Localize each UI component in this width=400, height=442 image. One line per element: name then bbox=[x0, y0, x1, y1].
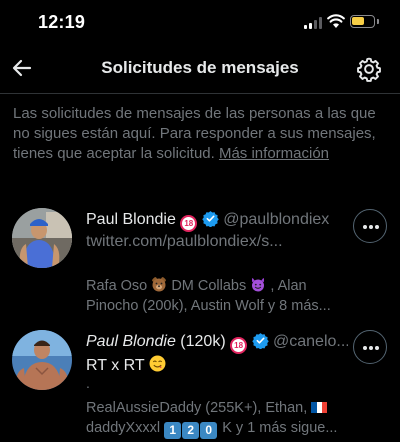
battery-icon bbox=[350, 15, 379, 28]
status-time: 12:19 bbox=[38, 12, 86, 32]
avatar[interactable] bbox=[12, 330, 72, 390]
adult-badge-icon: 18 bbox=[180, 215, 198, 232]
user-handle: @canelo... bbox=[273, 333, 348, 350]
request-header: Paul Blondie (120k) 18 @canelo... bbox=[86, 332, 348, 354]
header-divider bbox=[0, 93, 400, 94]
followed-by-name: Rafa Oso bbox=[86, 278, 148, 294]
followed-by-name: daddyXxxxl bbox=[86, 420, 161, 436]
followed-by-line: Rafa Oso DM Collabs , Alan bbox=[86, 276, 386, 296]
keycap-digit-icon: 0 bbox=[200, 422, 218, 439]
message-request-item[interactable]: Paul Blondie 18 @paulblondiex twitter.co… bbox=[0, 198, 400, 318]
arrow-left-icon[interactable] bbox=[10, 56, 34, 80]
message-preview-dot: . bbox=[86, 375, 90, 391]
message-request-item[interactable]: Paul Blondie (120k) 18 @canelo... RT x R… bbox=[0, 320, 400, 440]
followed-by-line: RealAussieDaddy (255K+), Ethan, bbox=[86, 398, 386, 418]
keycap-digit-icon: 1 bbox=[164, 422, 182, 439]
gear-icon[interactable] bbox=[356, 56, 382, 82]
header: Solicitudes de mensajes bbox=[0, 44, 400, 92]
bear-emoji-icon bbox=[152, 276, 167, 292]
more-info-link[interactable]: Más información bbox=[219, 145, 329, 162]
followed-by-line-2: daddyXxxxl 120 K y 1 más sigue... bbox=[86, 418, 386, 439]
savoring-face-emoji-icon bbox=[149, 355, 166, 372]
verified-badge-icon bbox=[202, 211, 219, 227]
wifi-icon bbox=[327, 14, 345, 28]
cellular-signal-icon bbox=[304, 17, 324, 29]
smiling-devil-emoji-icon bbox=[252, 277, 265, 292]
message-preview: RT x RT bbox=[86, 355, 348, 377]
followed-by-name: DM Collabs bbox=[171, 278, 247, 294]
more-options-button[interactable] bbox=[353, 330, 387, 364]
message-preview-text: RT x RT bbox=[86, 357, 145, 374]
verified-badge-icon bbox=[251, 333, 269, 349]
avatar[interactable] bbox=[12, 208, 72, 268]
request-header: Paul Blondie 18 @paulblondiex bbox=[86, 210, 348, 232]
display-name-suffix: (120k) bbox=[175, 333, 226, 350]
message-preview: twitter.com/paulblondiex/s... bbox=[86, 233, 283, 250]
followed-by-name: RealAussieDaddy (255K+), Ethan, bbox=[86, 400, 308, 416]
adult-badge-icon: 18 bbox=[230, 337, 248, 354]
followed-by-name: , Alan bbox=[270, 278, 307, 294]
followed-by-rest: K y 1 más sigue... bbox=[222, 420, 338, 436]
status-bar: 12:19 bbox=[0, 0, 400, 44]
user-handle: @paulblondiex bbox=[223, 211, 330, 228]
keycap-digit-icon: 2 bbox=[182, 422, 200, 439]
display-name: Paul Blondie bbox=[86, 211, 176, 228]
france-flag-icon bbox=[311, 402, 328, 413]
followed-by-line-2: Pinocho (200k), Austin Wolf y 8 más... bbox=[86, 298, 331, 314]
display-name: Paul Blondie bbox=[86, 333, 176, 350]
info-text: Las solicitudes de mensajes de las perso… bbox=[13, 104, 393, 164]
page-title: Solicitudes de mensajes bbox=[101, 58, 299, 77]
more-options-button[interactable] bbox=[353, 209, 387, 243]
